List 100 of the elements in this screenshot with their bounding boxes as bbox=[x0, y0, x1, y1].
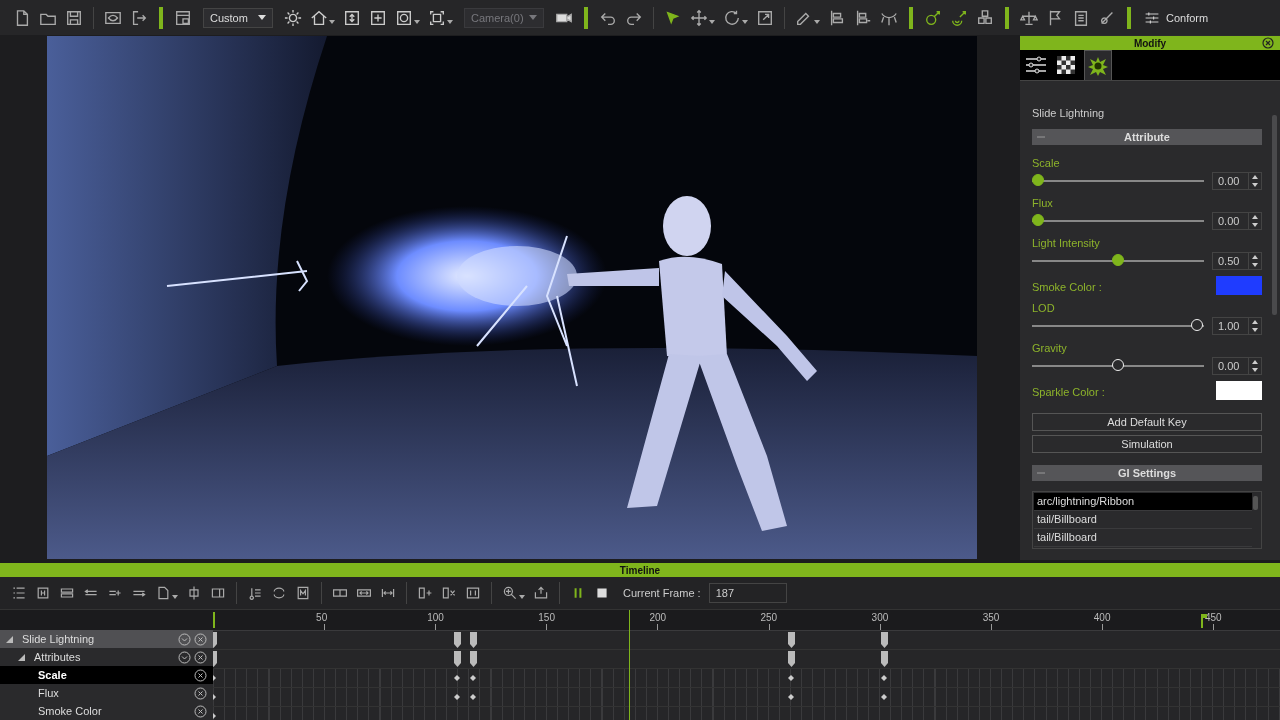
keyframe-marker[interactable] bbox=[787, 651, 795, 667]
number-field[interactable]: 0.00 bbox=[1212, 212, 1262, 230]
caret-icon bbox=[447, 19, 453, 24]
keyframe-diamond[interactable] bbox=[881, 675, 888, 681]
close-circle-icon[interactable] bbox=[194, 686, 207, 700]
minus-icon bbox=[1037, 133, 1045, 141]
list-item[interactable]: arc/lightning/Ribbon bbox=[1034, 493, 1252, 511]
param-label: Scale bbox=[1032, 156, 1061, 171]
ruler-label: 150 bbox=[538, 612, 555, 623]
color-swatch[interactable] bbox=[1216, 275, 1262, 295]
current-frame-label: Current Frame : bbox=[623, 587, 701, 599]
panel-button[interactable]: Simulation bbox=[1032, 435, 1262, 453]
delete-icon bbox=[441, 585, 457, 601]
keyframe-marker[interactable] bbox=[454, 651, 462, 667]
keyframe-marker[interactable] bbox=[881, 632, 889, 648]
spinner-arrows-icon[interactable] bbox=[1248, 358, 1261, 374]
keyframe-marker[interactable] bbox=[469, 651, 477, 667]
conform-button[interactable]: Conform bbox=[1139, 9, 1213, 26]
clipboard-icon bbox=[1072, 8, 1090, 27]
caret-icon bbox=[742, 19, 748, 24]
save-icon bbox=[65, 8, 83, 27]
ruler-label: 450 bbox=[1204, 612, 1222, 623]
param-label: LOD bbox=[1032, 301, 1056, 316]
circle-arrow-icon bbox=[924, 8, 942, 27]
track-row[interactable]: Smoke Color bbox=[0, 702, 213, 720]
cubes-icon bbox=[976, 8, 994, 27]
sliders-icon bbox=[1143, 9, 1161, 26]
keyframe-diamond[interactable] bbox=[469, 694, 476, 700]
track-row[interactable]: Attributes bbox=[0, 648, 213, 666]
scrollbar[interactable] bbox=[1253, 496, 1258, 510]
keyframe-diamond[interactable] bbox=[787, 694, 794, 700]
caret-icon bbox=[529, 15, 537, 20]
close-circle-icon[interactable] bbox=[194, 704, 207, 718]
h-box-icon bbox=[35, 585, 51, 601]
ruler-label: 200 bbox=[649, 612, 667, 623]
close-circle-icon[interactable] bbox=[194, 650, 207, 664]
home-icon bbox=[310, 8, 328, 27]
current-frame-field[interactable]: 187 bbox=[708, 583, 787, 603]
keyframe-diamond[interactable] bbox=[881, 694, 888, 700]
circle-eye-icon bbox=[950, 8, 968, 27]
caret-icon bbox=[814, 19, 820, 24]
number-field[interactable]: 0.00 bbox=[1212, 357, 1262, 375]
object-name: Slide Lightning bbox=[1032, 107, 1106, 119]
slider-thumb[interactable] bbox=[1111, 254, 1124, 266]
number-field[interactable]: 1.00 bbox=[1212, 317, 1262, 335]
param-label: Sparkle Color : bbox=[1032, 385, 1105, 400]
keyframe-diamond[interactable] bbox=[469, 675, 476, 681]
param-label: Smoke Color : bbox=[1032, 280, 1102, 295]
m-box-icon bbox=[295, 585, 311, 601]
view-select[interactable]: Custom bbox=[203, 7, 273, 28]
expand-triangle-icon[interactable] bbox=[18, 653, 25, 661]
split-icon bbox=[186, 585, 202, 601]
section-header[interactable]: Attribute bbox=[1032, 129, 1262, 145]
keyframe-diamond[interactable] bbox=[787, 675, 794, 681]
param-label: Gravity bbox=[1032, 341, 1068, 356]
list-item[interactable]: tail/Billboard bbox=[1034, 511, 1252, 529]
spinner-arrows-icon[interactable] bbox=[1248, 213, 1261, 229]
move-icon bbox=[690, 8, 708, 27]
spinner-arrows-icon[interactable] bbox=[1248, 253, 1261, 269]
section-header[interactable]: GI Settings bbox=[1032, 465, 1262, 481]
keyframe-diamond[interactable] bbox=[454, 675, 461, 681]
keyframe-marker[interactable] bbox=[454, 632, 462, 648]
minus-icon bbox=[1037, 469, 1045, 477]
keyframe-diamond[interactable] bbox=[454, 694, 461, 700]
param-label: Flux bbox=[1032, 196, 1054, 211]
list-item[interactable]: tail/Billboard bbox=[1034, 529, 1252, 547]
expand-triangle-icon[interactable] bbox=[6, 635, 13, 643]
panel-button[interactable]: Add Default Key bbox=[1032, 413, 1262, 431]
ruler-label: 50 bbox=[316, 612, 328, 623]
spinner-arrows-icon[interactable] bbox=[1248, 173, 1261, 189]
ruler-label: 400 bbox=[1093, 612, 1111, 623]
track-row[interactable]: Slide Lightning bbox=[0, 630, 213, 648]
close-icon[interactable] bbox=[1262, 37, 1274, 49]
keyframe-marker[interactable] bbox=[787, 632, 795, 648]
slider-thumb[interactable] bbox=[1032, 214, 1044, 226]
number-field[interactable]: 0.00 bbox=[1212, 172, 1262, 190]
scale-icon bbox=[756, 8, 774, 27]
particle-tab[interactable] bbox=[1084, 50, 1112, 80]
caret-icon bbox=[519, 595, 525, 599]
exit-icon bbox=[130, 8, 148, 27]
ruler-label: 300 bbox=[871, 612, 889, 623]
slider-thumb[interactable] bbox=[1032, 174, 1044, 186]
scrollbar[interactable] bbox=[1272, 115, 1277, 315]
caret-icon bbox=[414, 19, 420, 24]
ruler-label: 100 bbox=[427, 612, 444, 623]
keyframe-marker[interactable] bbox=[469, 632, 477, 648]
list-icon bbox=[11, 585, 27, 601]
color-swatch[interactable] bbox=[1216, 380, 1262, 400]
close-circle-icon[interactable] bbox=[194, 668, 207, 682]
bracket-box-icon bbox=[465, 585, 481, 601]
chevron-circle-icon[interactable] bbox=[178, 650, 191, 664]
number-field[interactable]: 0.50 bbox=[1212, 252, 1262, 270]
spinner-arrows-icon[interactable] bbox=[1248, 318, 1261, 334]
keyframe-marker[interactable] bbox=[881, 651, 889, 667]
end-flag-icon[interactable] bbox=[1201, 614, 1207, 628]
panel-title: Modify bbox=[1133, 37, 1167, 49]
caret-icon bbox=[709, 19, 715, 24]
track-row[interactable]: Scale bbox=[0, 666, 213, 684]
sun-icon bbox=[284, 8, 302, 27]
track-row[interactable]: Flux bbox=[0, 684, 213, 702]
